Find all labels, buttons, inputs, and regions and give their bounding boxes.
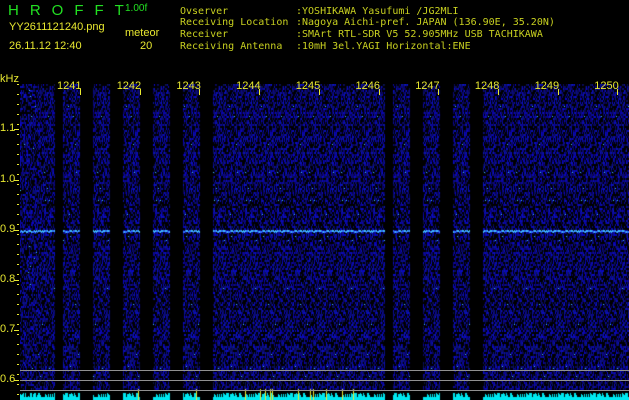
x-tick-label: 1250	[594, 80, 619, 92]
spectrogram-canvas	[20, 84, 629, 400]
y-minor-tick	[17, 264, 19, 265]
y-minor-tick	[17, 334, 19, 335]
x-tick-label: 1244	[236, 80, 261, 92]
y-tick	[14, 280, 19, 281]
y-minor-tick	[17, 184, 19, 185]
x-tick	[139, 89, 141, 95]
y-tick	[14, 230, 19, 231]
filename-label: YY2611121240.png	[9, 21, 105, 33]
x-tick	[378, 89, 380, 95]
x-tick	[80, 89, 81, 95]
location-label: Receiving Location	[180, 17, 289, 28]
y-minor-tick	[17, 214, 19, 215]
y-minor-tick	[17, 94, 19, 95]
y-tick	[14, 330, 19, 331]
y-minor-tick	[17, 374, 19, 375]
y-minor-tick	[17, 344, 19, 345]
reference-line	[20, 390, 629, 391]
datetime-label: 26.11.12 12:40	[9, 40, 82, 52]
location-value: :Nagoya Aichi-pref. JAPAN (136.90E, 35.2…	[296, 17, 555, 28]
x-tick-label: 1247	[415, 80, 440, 92]
x-tick	[497, 89, 499, 95]
y-minor-tick	[17, 284, 19, 285]
y-minor-tick	[17, 134, 19, 135]
y-minor-tick	[17, 244, 19, 245]
y-tick-label: 1.0	[0, 173, 16, 185]
antenna-value: :10mH 3el.YAGI Horizontal:ENE	[296, 41, 471, 52]
y-tick-label: 0.9	[0, 223, 16, 235]
x-tick-label: 1249	[534, 80, 560, 92]
y-minor-tick	[17, 194, 19, 195]
y-minor-tick	[17, 394, 19, 395]
meteor-label: meteor	[125, 27, 160, 39]
observer-label: Ovserver	[180, 6, 229, 17]
app-title: HROFFT	[8, 2, 135, 19]
y-tick-label: 0.6	[0, 373, 16, 385]
x-tick	[259, 89, 261, 95]
y-tick	[14, 380, 19, 381]
reference-line	[20, 370, 629, 371]
x-tick-label: 1245	[295, 80, 321, 92]
y-tick-label: 0.8	[0, 273, 16, 285]
reference-line	[20, 380, 629, 381]
y-minor-tick	[17, 154, 19, 155]
receiver-label: Receiver	[180, 29, 229, 40]
y-minor-tick	[17, 164, 19, 165]
version-label: 1.00f	[125, 3, 148, 14]
y-minor-tick	[17, 254, 19, 255]
x-tick	[617, 89, 619, 95]
y-minor-tick	[17, 84, 19, 85]
antenna-label: Receiving Antenna	[180, 41, 283, 52]
x-tick	[199, 89, 201, 95]
y-minor-tick	[17, 124, 19, 125]
y-minor-tick	[17, 174, 19, 175]
y-minor-tick	[17, 144, 19, 145]
receiver-value: :SMArt RTL-SDR V5 52.905MHz USB TACHIKAW…	[296, 29, 543, 40]
y-minor-tick	[17, 324, 19, 325]
x-tick-label: 1243	[176, 80, 201, 92]
y-tick	[14, 129, 19, 130]
x-tick-label: 1246	[355, 80, 380, 92]
y-minor-tick	[17, 384, 19, 385]
observer-value: :YOSHIKAWA Yasufumi /JG2MLI	[296, 6, 459, 17]
y-tick	[14, 180, 19, 181]
x-tick	[438, 89, 440, 95]
x-tick-label: 1248	[474, 80, 500, 92]
y-minor-tick	[17, 314, 19, 315]
y-minor-tick	[17, 354, 19, 355]
x-tick-label: 1241	[57, 80, 82, 92]
y-minor-tick	[17, 114, 19, 115]
y-tick-label: 1.1	[0, 122, 16, 134]
y-tick-label: 0.7	[0, 323, 16, 335]
x-tick	[318, 89, 320, 95]
x-tick	[557, 89, 559, 95]
x-tick-label: 1242	[116, 80, 142, 92]
y-minor-tick	[17, 274, 19, 275]
y-minor-tick	[17, 304, 19, 305]
y-minor-tick	[17, 294, 19, 295]
y-minor-tick	[17, 234, 19, 235]
meteor-count: 20	[140, 40, 153, 52]
y-minor-tick	[17, 224, 19, 225]
y-minor-tick	[17, 104, 19, 105]
y-minor-tick	[17, 204, 19, 205]
y-minor-tick	[17, 364, 19, 365]
